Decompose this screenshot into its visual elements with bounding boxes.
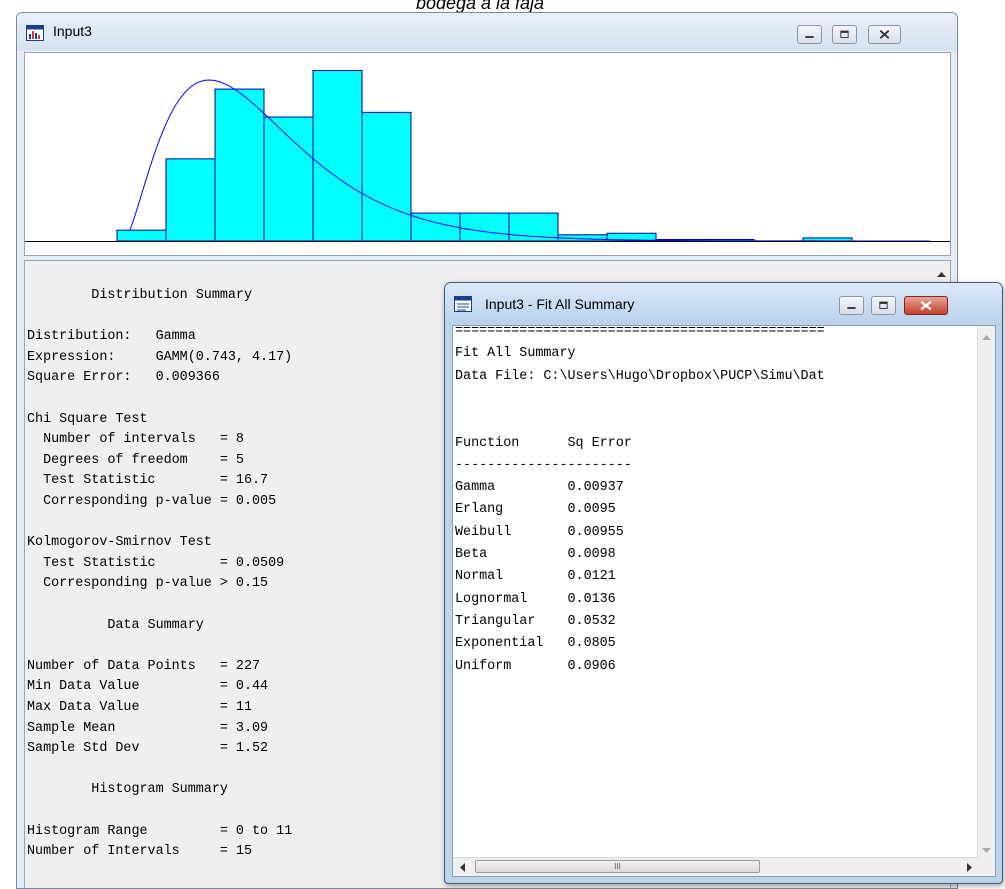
fit-summary-line: Weibull 0.00955 <box>455 524 624 540</box>
histogram-bar <box>459 212 510 242</box>
summary-line: Square Error: 0.009366 <box>27 370 220 386</box>
close-icon <box>920 300 932 311</box>
summary-line: Distribution Summary <box>27 288 252 303</box>
scroll-down-arrow-icon[interactable] <box>982 848 991 854</box>
summary-line: Degrees of freedom = 5 <box>27 452 244 468</box>
summary-line: Max Data Value = 11 <box>27 700 252 715</box>
separator-line: ========================================… <box>455 325 825 339</box>
fit-minimize-button[interactable] <box>839 296 864 315</box>
fit-summary-line: Exponential 0.0805 <box>455 636 616 652</box>
horizontal-scroll-thumb[interactable]: III <box>475 860 760 873</box>
fit-all-text-pane[interactable]: III ====================================… <box>452 325 996 877</box>
summary-line: Test Statistic = 16.7 <box>27 473 269 489</box>
histogram-bar <box>263 116 314 242</box>
fit-all-title: Input3 - Fit All Summary <box>485 296 635 312</box>
summary-line: Histogram Range = 0 to 11 <box>27 823 293 839</box>
histogram-bar <box>165 158 216 242</box>
minimize-icon <box>847 307 856 309</box>
fit-maximize-button[interactable] <box>871 296 896 315</box>
close-button[interactable] <box>868 25 901 44</box>
fit-all-summary-window: Input3 - Fit All Summary III ===========… <box>444 282 1003 884</box>
fit-horizontal-scrollbar[interactable]: III <box>453 857 979 876</box>
histogram-bar <box>116 229 167 242</box>
fit-summary-line: Function Sq Error <box>455 435 632 451</box>
fit-summary-line: Triangular 0.0532 <box>455 613 616 629</box>
scroll-up-arrow-icon[interactable] <box>937 271 946 277</box>
summary-line: Data Summary <box>27 617 204 633</box>
close-icon <box>879 29 890 39</box>
maximize-button[interactable] <box>832 25 857 44</box>
minimize-icon <box>805 36 814 38</box>
input3-title: Input3 <box>53 23 92 39</box>
summary-line: Expression: GAMM(0.743, 4.17) <box>27 349 293 365</box>
summary-line: Corresponding p-value = 0.005 <box>27 494 277 509</box>
fit-all-titlebar[interactable]: Input3 - Fit All Summary <box>445 283 1002 325</box>
summary-line: Distribution: Gamma <box>27 329 196 345</box>
fit-summary-line: Uniform 0.0906 <box>455 658 616 674</box>
fit-vertical-scrollbar[interactable] <box>977 326 995 860</box>
input3-titlebar[interactable]: Input3 <box>17 13 957 51</box>
fit-summary-line: Gamma 0.00937 <box>455 480 624 496</box>
summary-line: Number of Data Points = 227 <box>27 658 261 674</box>
scroll-left-arrow-icon[interactable] <box>459 863 465 872</box>
histogram-bar <box>361 111 412 242</box>
histogram-plot <box>24 52 951 256</box>
report-icon <box>454 296 472 312</box>
fit-summary-line: Fit All Summary <box>455 346 576 362</box>
maximize-icon <box>840 30 849 38</box>
summary-line: Histogram Summary <box>27 782 228 798</box>
summary-line: Chi Square Test <box>27 411 148 427</box>
scroll-right-arrow-icon[interactable] <box>967 863 973 872</box>
resize-grip[interactable] <box>978 858 995 876</box>
minimize-button[interactable] <box>797 25 822 44</box>
summary-line: Corresponding p-value > 0.15 <box>27 576 269 592</box>
fit-summary-line: Lognormal 0.0136 <box>455 591 616 607</box>
histogram-app-icon <box>26 25 44 41</box>
fit-summary-line: ---------------------- <box>455 457 632 473</box>
summary-line: Sample Mean = 3.09 <box>27 720 269 736</box>
summary-line: Test Statistic = 0.0509 <box>27 555 285 571</box>
summary-line: Number of intervals = 8 <box>27 432 244 448</box>
scroll-up-arrow-icon[interactable] <box>982 334 991 340</box>
summary-line: Kolmogorov-Smirnov Test <box>27 535 212 551</box>
fit-close-button[interactable] <box>904 296 948 315</box>
scroll-grip-icon: III <box>614 862 621 871</box>
summary-line: Min Data Value = 0.44 <box>27 679 269 695</box>
fit-summary-line: Data File: C:\Users\Hugo\Dropbox\PUCP\Si… <box>455 368 825 384</box>
histogram-bar <box>312 70 363 242</box>
fit-summary-line: Beta 0.0098 <box>455 547 616 562</box>
summary-line: Sample Std Dev = 1.52 <box>27 741 269 757</box>
summary-line: Number of Intervals = 15 <box>27 844 252 860</box>
histogram-bar <box>214 88 265 242</box>
fit-summary-line: Normal 0.0121 <box>455 569 616 585</box>
maximize-icon <box>879 301 888 309</box>
fit-summary-line: Erlang 0.0095 <box>455 502 616 518</box>
histogram-chart <box>25 70 950 242</box>
